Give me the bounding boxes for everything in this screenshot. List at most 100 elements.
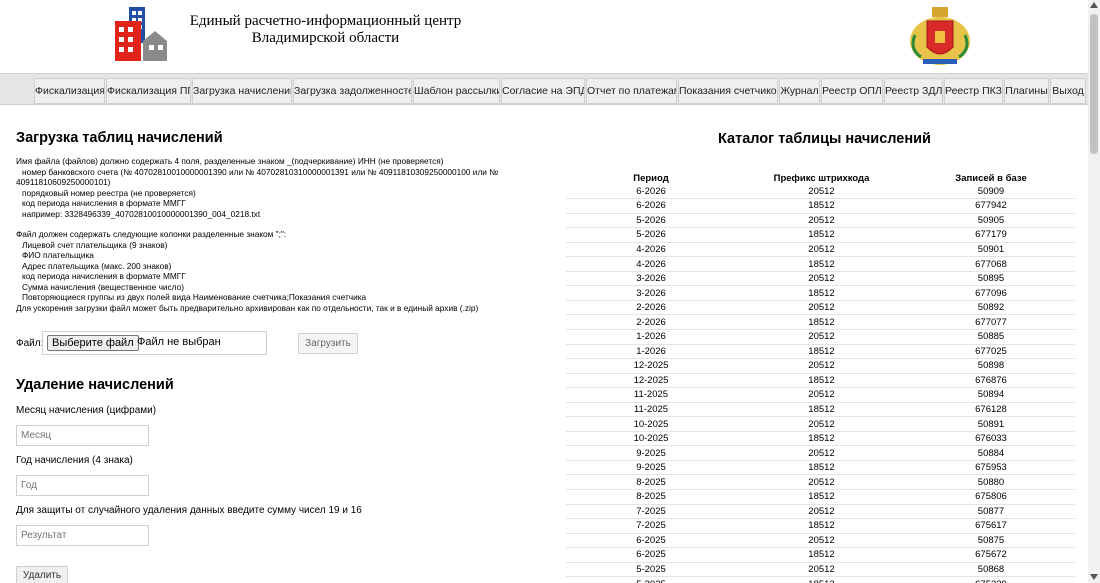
cell-barcode-prefix: 18512 — [736, 344, 907, 360]
cell-barcode-prefix: 18512 — [736, 576, 907, 583]
cell-records: 50892 — [907, 300, 1075, 316]
menu-plugins[interactable]: Плагины — [1004, 78, 1049, 104]
cell-period: 5-2025 — [566, 562, 736, 578]
cell-period: 2-2026 — [566, 300, 736, 316]
table-header-row: Период Префикс штрихкода Записей в базе — [566, 172, 1075, 184]
table-row: 9-2025 18512 675953 — [566, 460, 1075, 476]
instruction-line: Повторяющиеся группы из двух полей вида … — [22, 292, 367, 302]
vertical-scrollbar[interactable] — [1088, 0, 1100, 583]
scroll-thumb[interactable] — [1090, 14, 1098, 154]
col-barcode-prefix: Префикс штрихкода — [773, 172, 870, 184]
col-records: Записей в базе — [955, 172, 1027, 184]
cell-period: 11-2025 — [566, 402, 736, 418]
page-header: Единый расчетно-информационный центр Вла… — [0, 0, 1088, 72]
instruction-line: номер банковского счета (№ 4070281001000… — [22, 166, 499, 177]
menu-registry-opl[interactable]: Реестр ОПЛ — [821, 78, 883, 104]
menu-fiscalization-pp[interactable]: Фискализация ПП — [106, 78, 191, 104]
instruction-line: Сумма начисления (вещественное число) — [22, 281, 184, 292]
cell-period: 3-2026 — [566, 285, 736, 301]
menu-upload-charges[interactable]: Загрузка начислений — [192, 78, 292, 104]
instruction-line: код периода начисления в формате ММГГ — [22, 271, 186, 281]
cell-period: 5-2026 — [566, 213, 736, 229]
cell-barcode-prefix: 20512 — [736, 329, 907, 345]
scroll-up-icon[interactable] — [1090, 2, 1098, 8]
menu-payments-report[interactable]: Отчет по платежам — [586, 78, 677, 104]
table-row: 2-2026 20512 50892 — [566, 300, 1075, 316]
scroll-down-icon[interactable] — [1090, 574, 1098, 580]
cell-records: 675953 — [907, 460, 1075, 476]
file-input[interactable]: Выберите файл Файл не выбран — [42, 331, 267, 355]
cell-barcode-prefix: 18512 — [736, 227, 907, 243]
cell-barcode-prefix: 18512 — [736, 256, 907, 272]
cell-records: 50880 — [907, 474, 1075, 490]
menu-upload-debts[interactable]: Загрузка задолженностей — [293, 78, 412, 104]
cell-barcode-prefix: 18512 — [736, 373, 907, 389]
cell-period: 4-2026 — [566, 256, 736, 272]
cell-records: 50901 — [907, 242, 1075, 258]
table-row: 1-2026 20512 50885 — [566, 329, 1075, 345]
cell-records: 50909 — [907, 184, 1075, 200]
cell-records: 677077 — [907, 314, 1075, 330]
cell-barcode-prefix: 18512 — [736, 314, 907, 330]
cell-barcode-prefix: 20512 — [736, 213, 907, 229]
table-row: 7-2025 18512 675617 — [566, 518, 1075, 534]
month-input[interactable]: Месяц — [16, 425, 149, 446]
delete-button[interactable]: Удалить — [16, 566, 68, 583]
delete-title: Удаление начислений — [16, 377, 174, 393]
cell-period: 12-2025 — [566, 358, 736, 374]
cell-records: 50884 — [907, 445, 1075, 461]
result-input[interactable]: Результат — [16, 525, 149, 546]
org-title-line2: Владимирской области — [251, 30, 400, 46]
upload-button[interactable]: Загрузить — [298, 333, 358, 354]
month-label: Месяц начисления (цифрами) — [16, 405, 157, 416]
cell-records: 675229 — [907, 576, 1075, 583]
check-label: Для защиты от случайного удаления данных… — [16, 505, 362, 516]
year-input[interactable]: Год — [16, 475, 149, 496]
table-row: 5-2025 20512 50868 — [566, 562, 1075, 578]
cell-period: 10-2025 — [566, 431, 736, 447]
cell-records: 675617 — [907, 518, 1075, 534]
menu-registry-zdl[interactable]: Реестр ЗДЛ — [884, 78, 943, 104]
cell-period: 12-2025 — [566, 373, 736, 389]
instruction-line: Файл должен содержать следующие колонки … — [16, 229, 287, 239]
menu-epd-consent[interactable]: Согласие на ЭПД — [501, 78, 585, 104]
org-title-line1: Единый расчетно-информационный центр — [189, 13, 462, 29]
cell-period: 9-2025 — [566, 460, 736, 476]
cell-barcode-prefix: 18512 — [736, 518, 907, 534]
table-row: 6-2026 20512 50909 — [566, 184, 1075, 200]
year-label: Год начисления (4 знака) — [16, 455, 133, 466]
table-row: 8-2025 18512 675806 — [566, 489, 1075, 505]
cell-records: 676033 — [907, 431, 1075, 447]
cell-barcode-prefix: 20512 — [736, 358, 907, 374]
choose-file-button[interactable]: Выберите файл — [47, 335, 139, 351]
cell-barcode-prefix: 18512 — [736, 285, 907, 301]
top-menu: Фискализация Фискализация ПП Загрузка на… — [0, 73, 1088, 105]
cell-barcode-prefix: 20512 — [736, 445, 907, 461]
menu-exit[interactable]: Выход — [1050, 78, 1086, 104]
table-row: 5-2026 18512 677179 — [566, 227, 1075, 243]
table-row: 8-2025 20512 50880 — [566, 474, 1075, 490]
menu-meter-readings[interactable]: Показания счетчиков — [678, 78, 778, 104]
cell-barcode-prefix: 18512 — [736, 460, 907, 476]
menu-registry-pkz[interactable]: Реестр ПКЗ — [944, 78, 1003, 104]
table-row: 12-2025 18512 676876 — [566, 373, 1075, 389]
cell-records: 677096 — [907, 285, 1075, 301]
menu-fiscalization[interactable]: Фискализация — [34, 78, 105, 104]
table-row: 5-2026 20512 50905 — [566, 213, 1075, 229]
cell-barcode-prefix: 20512 — [736, 416, 907, 432]
upload-section: Загрузка таблиц начислений Имя файла (фа… — [16, 130, 546, 313]
menu-mailing-template[interactable]: Шаблон рассылки — [413, 78, 500, 104]
table-row: 3-2026 20512 50895 — [566, 271, 1075, 287]
cell-period: 9-2025 — [566, 445, 736, 461]
instruction-line: порядковый номер реестра (не проверяется… — [22, 187, 196, 198]
cell-barcode-prefix: 18512 — [736, 198, 907, 214]
table-row: 6-2025 18512 675672 — [566, 547, 1075, 563]
file-status: Файл не выбран — [137, 336, 221, 348]
table-row: 4-2026 18512 677068 — [566, 256, 1075, 272]
cell-period: 7-2025 — [566, 518, 736, 534]
cell-barcode-prefix: 18512 — [736, 431, 907, 447]
cell-barcode-prefix: 20512 — [736, 533, 907, 549]
menu-journal[interactable]: Журнал — [779, 78, 820, 104]
catalog-title: Каталог таблицы начислений — [718, 131, 931, 147]
instruction-line: Адрес плательщика (макс. 200 знаков) — [22, 260, 172, 271]
